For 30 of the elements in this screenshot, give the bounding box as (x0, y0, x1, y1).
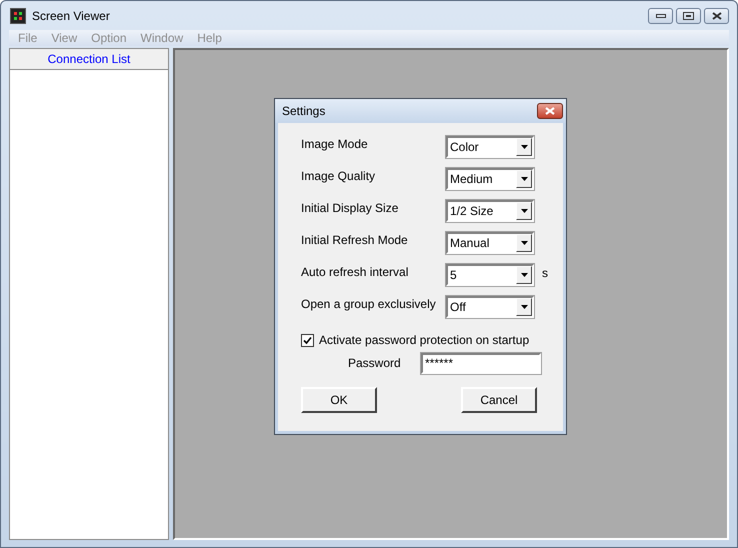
cancel-button[interactable]: Cancel (461, 387, 537, 413)
dropdown[interactable]: Off (446, 296, 534, 318)
ok-button[interactable]: OK (301, 387, 377, 413)
dropdown[interactable]: Medium (446, 168, 534, 190)
restore-icon (683, 12, 694, 20)
field-label: Auto refresh interval (301, 264, 410, 279)
field-label: Initial Refresh Mode (301, 232, 409, 247)
dropdown[interactable]: 1/2 Size (446, 200, 534, 222)
close-icon (545, 107, 555, 115)
checkbox[interactable] (301, 334, 314, 346)
maximize-button[interactable] (676, 8, 701, 24)
close-icon (712, 12, 722, 20)
field-label: Initial Display Size (301, 200, 400, 215)
close-button[interactable] (704, 8, 729, 24)
window-title: Screen Viewer (32, 8, 111, 22)
dropdown[interactable]: Color (446, 136, 534, 158)
password-label: Password (348, 356, 402, 370)
app-icon (10, 8, 26, 24)
password-field[interactable]: ****** (421, 352, 541, 374)
minimize-button[interactable] (648, 8, 673, 24)
field-label: Image Mode (301, 136, 369, 151)
dialog-title: Settings (282, 104, 326, 118)
field-label: Image Quality (301, 168, 376, 183)
field-label: Open a group exclusively (301, 296, 437, 311)
dropdown[interactable]: 5 (446, 264, 534, 286)
close-button[interactable] (537, 103, 563, 119)
dropdown[interactable]: Manual (446, 232, 534, 254)
checkbox-label[interactable]: Activate password protection on startup (319, 333, 530, 347)
unit-label: s (542, 265, 548, 280)
minimize-icon (656, 14, 666, 18)
